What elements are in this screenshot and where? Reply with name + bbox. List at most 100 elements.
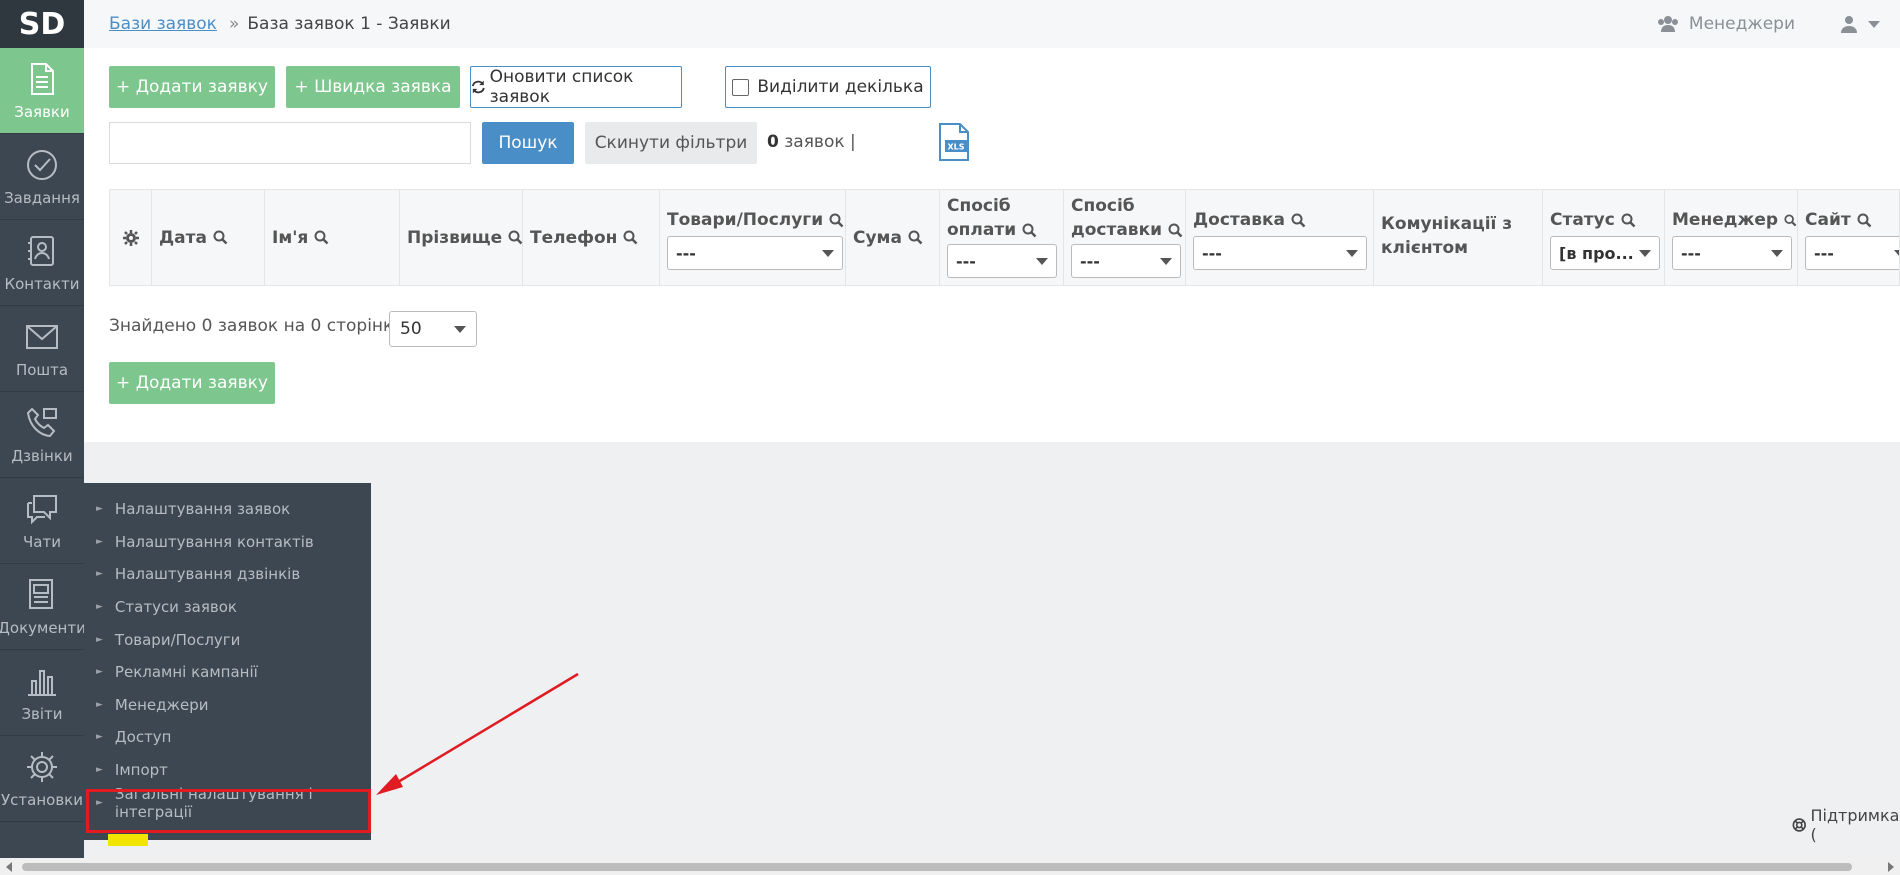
quick-request-button[interactable]: + Швидка заявка <box>286 66 460 108</box>
column-sum[interactable]: Сума <box>846 190 940 285</box>
status-filter-select[interactable]: [в про... <box>1550 236 1660 270</box>
menu-item-managers[interactable]: ► Менеджери <box>84 689 371 722</box>
search-icon[interactable] <box>829 213 844 228</box>
xls-file-icon[interactable]: XLS <box>937 122 971 162</box>
search-input[interactable] <box>109 122 471 164</box>
documents-icon <box>29 578 53 609</box>
annotation-arrow <box>376 672 579 795</box>
user-menu[interactable] <box>1840 15 1880 33</box>
check-circle-icon <box>27 149 57 180</box>
chevron-down-icon <box>1868 20 1880 28</box>
goods-filter-select[interactable]: --- <box>667 236 843 270</box>
menu-item-call-settings[interactable]: ► Налаштування дзвінків <box>84 558 371 591</box>
app-logo[interactable]: SD <box>0 0 84 48</box>
search-icon[interactable] <box>1784 213 1797 228</box>
column-delivery[interactable]: Доставка --- <box>1186 190 1374 285</box>
sidebar-item-tasks[interactable]: Завдання <box>0 134 84 220</box>
column-payment[interactable]: Спосіб оплати --- <box>940 190 1064 285</box>
search-icon[interactable] <box>1857 213 1872 228</box>
select-multiple-checkbox[interactable] <box>732 78 750 96</box>
table-header: Дата Ім'я Прізвище Телефон Товари/Послуг… <box>109 189 1900 286</box>
payment-filter-select[interactable]: --- <box>947 244 1057 278</box>
triangle-right-icon: ► <box>96 569 103 580</box>
sidebar-item-reports[interactable]: Звіти <box>0 650 84 736</box>
chevron-down-icon <box>1894 249 1899 257</box>
search-icon[interactable] <box>908 230 923 245</box>
user-icon <box>1841 16 1857 33</box>
site-filter-select[interactable]: --- <box>1805 236 1899 270</box>
sidebar-item-contacts[interactable]: Контакти <box>0 220 84 306</box>
search-icon[interactable] <box>1621 213 1636 228</box>
column-phone[interactable]: Телефон <box>523 190 660 285</box>
chevron-down-icon <box>1346 249 1358 257</box>
reset-filters-button[interactable]: Скинути фільтри <box>585 122 757 164</box>
manager-filter-select[interactable]: --- <box>1672 236 1792 270</box>
triangle-right-icon: ► <box>96 699 103 710</box>
highlight-box <box>86 789 371 833</box>
bar-chart-icon <box>28 669 56 696</box>
search-icon[interactable] <box>1022 223 1037 238</box>
sidebar-item-requests[interactable]: Заявки <box>0 48 84 134</box>
scrollbar-thumb[interactable] <box>22 863 1852 871</box>
add-request-bottom-button[interactable]: + Додати заявку <box>109 362 275 404</box>
sidebar-item-documents[interactable]: Документи <box>0 564 86 650</box>
search-icon[interactable] <box>213 230 228 245</box>
menu-item-request-statuses[interactable]: ► Статуси заявок <box>84 591 371 624</box>
search-button[interactable]: Пошук <box>482 122 574 164</box>
menu-item-goods-services[interactable]: ► Товари/Послуги <box>84 623 371 656</box>
settings-menu: ► Налаштування заявок ► Налаштування конта… <box>84 483 371 840</box>
refresh-list-button[interactable]: Оновити список заявок <box>470 66 682 108</box>
main-content: + Додати заявку + Швидка заявка Оновити … <box>84 48 1900 442</box>
triangle-right-icon: ► <box>96 765 103 776</box>
search-icon[interactable] <box>508 230 523 245</box>
scroll-right-icon[interactable] <box>1888 862 1894 872</box>
support-link[interactable]: Підтримка: ( <box>1792 806 1900 844</box>
menu-item-request-settings[interactable]: ► Налаштування заявок <box>84 493 371 526</box>
triangle-right-icon: ► <box>96 602 103 613</box>
search-icon[interactable] <box>623 230 638 245</box>
breadcrumb-root-link[interactable]: Бази заявок <box>109 14 217 34</box>
users-icon <box>1657 16 1678 32</box>
triangle-right-icon: ► <box>96 536 103 547</box>
add-request-button[interactable]: + Додати заявку <box>109 66 275 108</box>
sidebar-item-settings[interactable]: Установки <box>0 736 84 822</box>
lifebuoy-icon <box>1792 818 1806 832</box>
column-surname[interactable]: Прізвище <box>400 190 523 285</box>
sidebar-item-chats[interactable]: Чати <box>0 478 84 564</box>
search-icon[interactable] <box>1168 223 1183 238</box>
search-icon[interactable] <box>1291 213 1306 228</box>
chevron-down-icon <box>454 325 466 333</box>
column-date[interactable]: Дата <box>152 190 265 285</box>
delivery-filter-select[interactable]: --- <box>1193 236 1367 270</box>
managers-link[interactable]: Менеджери <box>1657 14 1795 34</box>
column-manager[interactable]: Менеджер --- <box>1665 190 1798 285</box>
scroll-left-icon[interactable] <box>6 862 12 872</box>
menu-item-access[interactable]: ► Доступ <box>84 721 371 754</box>
column-settings[interactable] <box>110 190 152 285</box>
svg-text:XLS: XLS <box>947 143 964 152</box>
select-multiple-button[interactable]: Виділити декілька <box>725 66 931 108</box>
column-site[interactable]: Сайт --- <box>1798 190 1899 285</box>
breadcrumb-separator: » <box>228 14 240 34</box>
chevron-down-icon <box>822 249 834 257</box>
contact-card-icon <box>28 235 54 266</box>
delivery-method-filter-select[interactable]: --- <box>1071 244 1181 278</box>
column-goods[interactable]: Товари/Послуги --- <box>660 190 846 285</box>
column-status[interactable]: Статус [в про... <box>1543 190 1665 285</box>
sidebar: SD Заявки Завдання Контакти Пошта Дзвінк… <box>0 0 86 858</box>
menu-item-contact-settings[interactable]: ► Налаштування контактів <box>84 526 371 559</box>
chevron-down-icon <box>1160 257 1172 265</box>
chevron-down-icon <box>1639 249 1651 257</box>
refresh-icon <box>471 80 485 94</box>
per-page-select[interactable]: 50 <box>389 311 477 347</box>
search-icon[interactable] <box>314 230 329 245</box>
request-count: 0 заявок | <box>767 132 856 152</box>
sidebar-item-mail[interactable]: Пошта <box>0 306 84 392</box>
menu-item-import[interactable]: ► Імпорт <box>84 754 371 787</box>
menu-item-ad-campaigns[interactable]: ► Рекламні кампанії <box>84 656 371 689</box>
sidebar-item-calls[interactable]: Дзвінки <box>0 392 84 478</box>
column-delivery-method[interactable]: Спосіб доставки --- <box>1064 190 1186 285</box>
column-name[interactable]: Ім'я <box>265 190 400 285</box>
horizontal-scrollbar[interactable] <box>0 858 1900 875</box>
triangle-right-icon: ► <box>96 732 103 743</box>
